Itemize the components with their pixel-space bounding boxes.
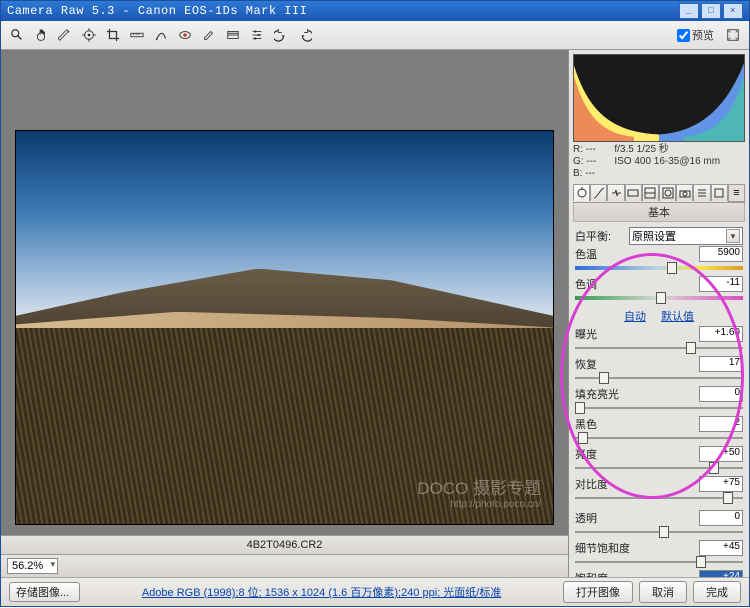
color-sampler-icon[interactable] <box>79 25 99 45</box>
tab-curve[interactable] <box>590 184 607 201</box>
tab-hsl[interactable] <box>625 184 642 201</box>
bright-value[interactable]: +50 <box>699 446 743 462</box>
filename-bar: 4B2T0496.CR2 <box>1 535 568 554</box>
preview-checkbox[interactable] <box>677 29 690 42</box>
open-image-button[interactable]: 打开图像 <box>563 581 633 603</box>
bottom-bar: 存储图像... Adobe RGB (1998);8 位; 1536 x 102… <box>1 577 749 606</box>
pixel-readout: R: ---G: ---B: --- f/3.5 1/25 秒ISO 400 1… <box>573 144 745 180</box>
temp-value[interactable]: 5900 <box>699 246 743 262</box>
wb-combo[interactable]: 原照设置 <box>629 227 743 245</box>
fill-label: 填充亮光 <box>575 386 625 402</box>
tab-camera[interactable] <box>676 184 693 201</box>
black-value[interactable]: 2 <box>699 416 743 432</box>
panel-title: 基本 <box>573 203 745 222</box>
fullscreen-icon[interactable] <box>723 25 743 45</box>
default-link[interactable]: 默认值 <box>661 311 694 323</box>
rotate-cw-icon[interactable] <box>295 25 315 45</box>
exposure-value[interactable]: +1.60 <box>699 326 743 342</box>
recovery-label: 恢复 <box>575 356 625 372</box>
workspace: DOCO 摄影专题http://photo.poco.cn/ 4B2T0496.… <box>1 50 749 577</box>
bright-slider[interactable] <box>575 464 743 472</box>
black-label: 黑色 <box>575 416 625 432</box>
vibrance-slider[interactable] <box>575 558 743 566</box>
minimize-button[interactable]: _ <box>679 3 699 19</box>
exposure-label: 曝光 <box>575 326 625 342</box>
contrast-slider[interactable] <box>575 494 743 502</box>
crop-tool-icon[interactable] <box>103 25 123 45</box>
watermark: DOCO 摄影专题http://photo.poco.cn/ <box>417 480 541 510</box>
canvas[interactable]: DOCO 摄影专题http://photo.poco.cn/ <box>1 50 568 535</box>
straighten-tool-icon[interactable] <box>127 25 147 45</box>
titlebar: Camera Raw 5.3 - Canon EOS-1Ds Mark III … <box>1 1 749 21</box>
grad-filter-icon[interactable] <box>223 25 243 45</box>
panel-menu-icon[interactable]: ≡ <box>728 184 745 202</box>
spot-tool-icon[interactable] <box>151 25 171 45</box>
tab-basic[interactable] <box>573 184 590 201</box>
auto-link[interactable]: 自动 <box>624 311 646 323</box>
temp-label: 色温 <box>575 246 625 262</box>
done-button[interactable]: 完成 <box>693 581 741 603</box>
tab-lens[interactable] <box>659 184 676 201</box>
workflow-link[interactable]: Adobe RGB (1998);8 位; 1536 x 1024 (1.6 百… <box>142 584 502 600</box>
wb-tool-icon[interactable] <box>55 25 75 45</box>
vibrance-label: 细节饱和度 <box>575 540 635 556</box>
fill-slider[interactable] <box>575 404 743 412</box>
black-slider[interactable] <box>575 434 743 442</box>
clarity-value[interactable]: 0 <box>699 510 743 526</box>
left-pane: DOCO 摄影专题http://photo.poco.cn/ 4B2T0496.… <box>1 50 568 577</box>
adjust-brush-icon[interactable] <box>199 25 219 45</box>
right-panel: R: ---G: ---B: --- f/3.5 1/25 秒ISO 400 1… <box>568 50 749 577</box>
recovery-value[interactable]: 17 <box>699 356 743 372</box>
exposure-slider[interactable] <box>575 344 743 352</box>
tint-slider[interactable] <box>575 294 743 302</box>
histogram[interactable] <box>573 54 745 142</box>
window-title: Camera Raw 5.3 - Canon EOS-1Ds Mark III <box>7 4 307 18</box>
save-image-button[interactable]: 存储图像... <box>9 582 80 602</box>
rotate-ccw-icon[interactable] <box>271 25 291 45</box>
prefs-icon[interactable] <box>247 25 267 45</box>
tab-detail[interactable] <box>607 184 624 201</box>
redeye-tool-icon[interactable] <box>175 25 195 45</box>
close-button[interactable]: × <box>723 3 743 19</box>
maximize-button[interactable]: □ <box>701 3 721 19</box>
contrast-value[interactable]: +75 <box>699 476 743 492</box>
sat-value[interactable]: +24 <box>699 570 743 577</box>
tint-value[interactable]: -11 <box>699 276 743 292</box>
clarity-slider[interactable] <box>575 528 743 536</box>
bright-label: 亮度 <box>575 446 625 462</box>
clarity-label: 透明 <box>575 510 625 526</box>
contrast-label: 对比度 <box>575 476 625 492</box>
app-window: Camera Raw 5.3 - Canon EOS-1Ds Mark III … <box>0 0 750 607</box>
toolbar: 预览 <box>1 21 749 50</box>
zoom-tool-icon[interactable] <box>7 25 27 45</box>
basic-panel: 白平衡: 原照设置 色温 5900 色调 -11 自动 默认值 曝光 +1.60 恢复… <box>569 222 749 577</box>
panel-tabs: ≡ <box>573 184 745 203</box>
zoom-bar: 56.2% <box>1 554 568 577</box>
auto-default-links: 自动 默认值 <box>575 308 743 324</box>
sat-label: 饱和度 <box>575 570 625 577</box>
hand-tool-icon[interactable] <box>31 25 51 45</box>
preview-image: DOCO 摄影专题http://photo.poco.cn/ <box>15 130 554 525</box>
tab-split[interactable] <box>642 184 659 201</box>
tab-preset[interactable] <box>693 184 710 201</box>
tab-snapshot[interactable] <box>711 184 728 201</box>
temp-slider[interactable] <box>575 264 743 272</box>
vibrance-value[interactable]: +45 <box>699 540 743 556</box>
preview-label: 预览 <box>692 27 714 43</box>
zoom-combo[interactable]: 56.2% <box>7 558 58 574</box>
fill-value[interactable]: 0 <box>699 386 743 402</box>
preview-toggle[interactable]: 预览 <box>672 25 719 45</box>
cancel-button[interactable]: 取消 <box>639 581 687 603</box>
tint-label: 色调 <box>575 276 625 292</box>
wb-label: 白平衡: <box>575 228 625 244</box>
recovery-slider[interactable] <box>575 374 743 382</box>
